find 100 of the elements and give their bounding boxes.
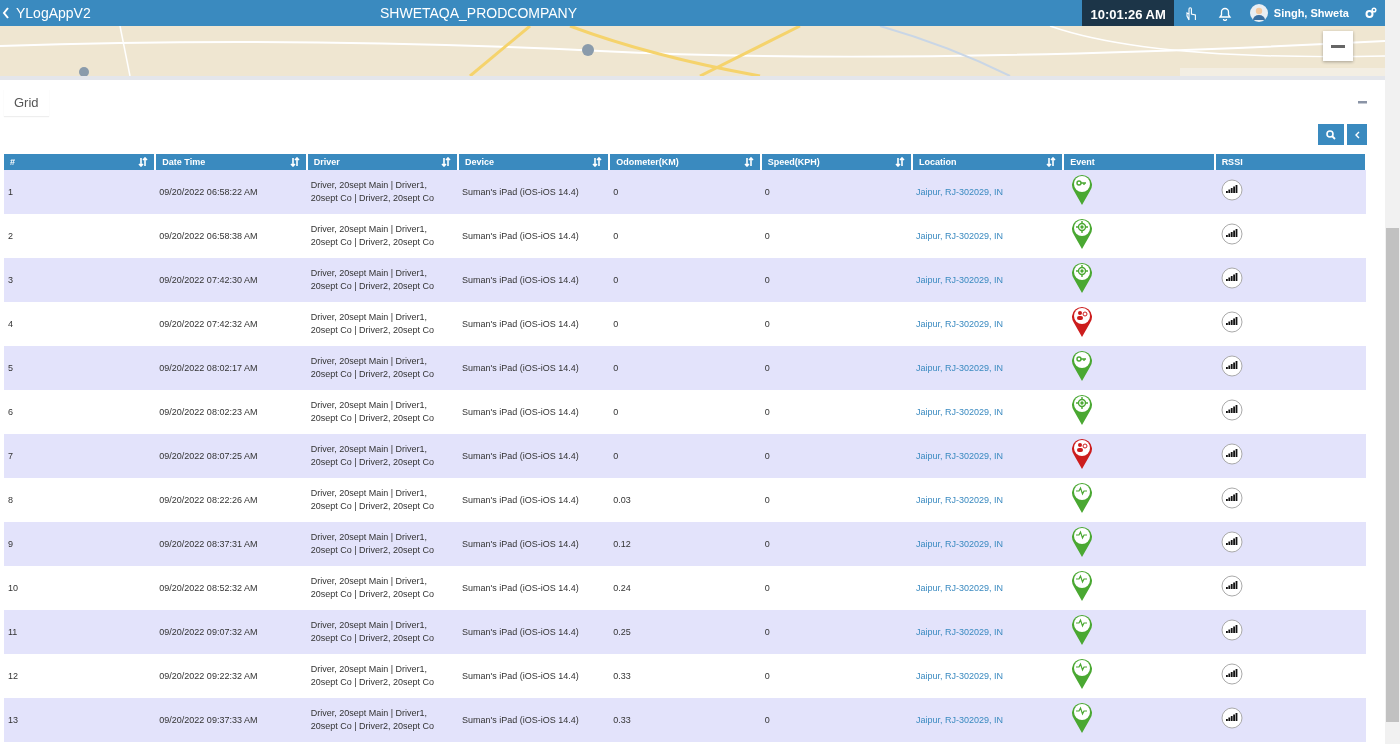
column-header[interactable]: Date Time [155,154,307,170]
signal-icon [1220,443,1243,465]
table-row[interactable]: 9 09/20/2022 08:37:31 AM Driver, 20sept Main | Driver1, 20sept Co | Driver2, 20sept Co Suman's iPad (iOS-iOS 14.4) 0.12 0 Jaipur, RJ-302029, IN [4,522,1366,566]
search-button[interactable] [1318,124,1344,145]
speed-cell: 0 [764,185,770,199]
sort-icon[interactable] [1046,157,1057,167]
odometer-cell: 0.12 [613,537,631,551]
driver-cell-text: Driver, 20sept Main | Driver1, 20sept Co | Driver2, 20sept Co [310,487,436,513]
sort-icon[interactable] [138,157,149,167]
speed-cell: 0 [764,713,770,727]
driver-cell-text: Driver, 20sept Main | Driver1, 20sept Co | Driver2, 20sept Co [310,531,436,557]
table-row[interactable]: 8 09/20/2022 08:22:26 AM Driver, 20sept Main | Driver1, 20sept Co | Driver2, 20sept Co Suman's iPad (iOS-iOS 14.4) 0.03 0 Jaipur, RJ-302029, IN [4,478,1366,522]
odometer-cell: 0 [613,273,619,287]
location-link[interactable]: Jaipur, RJ-302029, IN [915,318,1003,329]
location-link[interactable]: Jaipur, RJ-302029, IN [915,494,1003,505]
search-icon[interactable] [1326,129,1336,140]
device-cell: Suman's iPad (iOS-iOS 14.4) [462,493,579,507]
date-time-cell: 09/20/2022 08:02:17 AM [159,361,258,375]
sort-icon[interactable] [289,157,300,167]
table-row[interactable]: 7 09/20/2022 08:07:25 AM Driver, 20sept Main | Driver1, 20sept Co | Driver2, 20sept Co Suman's iPad (iOS-iOS 14.4) 0 0 Jaipur, RJ-302029, IN [4,434,1366,478]
date-time-cell: 09/20/2022 09:37:33 AM [159,713,258,727]
speed-cell: 0 [764,625,770,639]
minus-icon[interactable] [1331,44,1345,48]
avatar-icon [1249,4,1268,22]
speed-cell: 0 [764,273,770,287]
row-number: 6 [8,405,13,419]
driver-cell-text: Driver, 20sept Main | Driver1, 20sept Co | Driver2, 20sept Co [310,179,436,205]
device-cell: Suman's iPad (iOS-iOS 14.4) [462,581,579,595]
row-number: 13 [8,713,18,727]
device-cell: Suman's iPad (iOS-iOS 14.4) [462,185,579,199]
speed-cell: 0 [764,229,770,243]
gears-icon[interactable] [1365,7,1377,19]
date-time-cell: 09/20/2022 08:37:31 AM [159,537,258,551]
column-header[interactable]: Driver [306,154,458,170]
table-row[interactable]: 12 09/20/2022 09:22:32 AM Driver, 20sept Main | Driver1, 20sept Co | Driver2, 20sept Co Suman's iPad (iOS-iOS 14.4) 0.33 0 Jaipur, RJ-302029, IN [4,654,1366,698]
date-time-cell: 09/20/2022 09:07:32 AM [159,625,258,639]
location-link[interactable]: Jaipur, RJ-302029, IN [915,670,1003,681]
row-number: 1 [8,185,13,199]
grid-tab[interactable]: Grid [4,88,49,116]
location-link[interactable]: Jaipur, RJ-302029, IN [915,626,1003,637]
location-link[interactable]: Jaipur, RJ-302029, IN [915,362,1003,373]
location-link[interactable]: Jaipur, RJ-302029, IN [915,450,1003,461]
signal-icon [1220,487,1243,509]
collapse-button[interactable] [1347,124,1367,145]
odometer-cell: 0.33 [613,669,631,683]
table-row[interactable]: 11 09/20/2022 09:07:32 AM Driver, 20sept Main | Driver1, 20sept Co | Driver2, 20sept Co Suman's iPad (iOS-iOS 14.4) 0.25 0 Jaipur, RJ-302029, IN [4,610,1366,654]
chevron-left-icon[interactable] [1354,130,1360,139]
table-row[interactable]: 6 09/20/2022 08:02:23 AM Driver, 20sept Main | Driver1, 20sept Co | Driver2, 20sept Co Suman's iPad (iOS-iOS 14.4) 0 0 Jaipur, RJ-302029, IN [4,390,1366,434]
column-header[interactable]: Odometer(KM) [609,154,761,170]
row-number: 2 [8,229,13,243]
odometer-cell: 0 [613,185,619,199]
zoom-out-button[interactable] [1323,31,1353,61]
driver-cell-text: Driver, 20sept Main | Driver1, 20sept Co | Driver2, 20sept Co [310,619,436,645]
column-header[interactable]: Event [1063,154,1215,170]
driver-cell-text: Driver, 20sept Main | Driver1, 20sept Co | Driver2, 20sept Co [310,223,436,249]
location-link[interactable]: Jaipur, RJ-302029, IN [915,538,1003,549]
collapse-icon[interactable] [1358,100,1367,104]
sort-icon[interactable] [592,157,603,167]
signal-icon [1220,355,1243,377]
odometer-cell: 0 [613,449,619,463]
driver-cell-text: Driver, 20sept Main | Driver1, 20sept Co | Driver2, 20sept Co [310,267,436,293]
signal-icon [1220,663,1243,685]
sort-icon[interactable] [894,157,905,167]
location-link[interactable]: Jaipur, RJ-302029, IN [915,186,1003,197]
date-time-cell: 09/20/2022 08:52:32 AM [159,581,258,595]
row-number: 9 [8,537,13,551]
column-header[interactable]: Device [458,154,610,170]
driver-cell-text: Driver, 20sept Main | Driver1, 20sept Co | Driver2, 20sept Co [310,399,436,425]
column-header[interactable]: RSSI [1214,154,1366,170]
row-number: 7 [8,449,13,463]
sort-icon[interactable] [441,157,451,167]
column-header[interactable]: Location [911,154,1064,170]
table-row[interactable]: 10 09/20/2022 08:52:32 AM Driver, 20sept Main | Driver1, 20sept Co | Driver2, 20sept Co Suman's iPad (iOS-iOS 14.4) 0.24 0 Jaipur, RJ-302029, IN [4,566,1366,610]
device-cell: Suman's iPad (iOS-iOS 14.4) [462,625,579,639]
speed-cell: 0 [764,449,770,463]
bell-icon[interactable] [1217,5,1232,21]
device-cell: Suman's iPad (iOS-iOS 14.4) [462,449,579,463]
table-row[interactable]: 13 09/20/2022 09:37:33 AM Driver, 20sept Main | Driver1, 20sept Co | Driver2, 20sept Co Suman's iPad (iOS-iOS 14.4) 0.33 0 Jaipur, RJ-302029, IN [4,698,1366,742]
signal-icon [1220,707,1243,729]
driver-cell-text: Driver, 20sept Main | Driver1, 20sept Co | Driver2, 20sept Co [310,443,436,469]
location-link[interactable]: Jaipur, RJ-302029, IN [915,274,1003,285]
signal-icon [1220,619,1243,641]
scrollbar-thumb[interactable] [1386,228,1399,722]
table-row[interactable]: 2 09/20/2022 06:58:38 AM Driver, 20sept Main | Driver1, 20sept Co | Driver2, 20sept Co Suman's iPad (iOS-iOS 14.4) 0 0 Jaipur, RJ-302029, IN [4,214,1366,258]
location-link[interactable]: Jaipur, RJ-302029, IN [915,230,1003,241]
column-header[interactable]: Speed(KPH) [760,154,912,170]
column-header[interactable]: # [4,154,156,170]
speed-cell: 0 [764,361,770,375]
date-time-cell: 09/20/2022 08:07:25 AM [159,449,258,463]
user-name[interactable]: Singh, Shweta [1273,7,1349,19]
location-link[interactable]: Jaipur, RJ-302029, IN [915,582,1003,593]
odometer-cell: 0.03 [613,493,631,507]
location-link[interactable]: Jaipur, RJ-302029, IN [915,714,1003,725]
row-number: 11 [8,625,18,639]
table-row[interactable]: 4 09/20/2022 07:42:32 AM Driver, 20sept Main | Driver1, 20sept Co | Driver2, 20sept Co Suman's iPad (iOS-iOS 14.4) 0 0 Jaipur, RJ-302029, IN [4,302,1366,346]
speed-cell: 0 [764,669,770,683]
sort-icon[interactable] [743,157,754,167]
location-link[interactable]: Jaipur, RJ-302029, IN [915,406,1003,417]
hand-pointer-icon[interactable] [1183,5,1198,21]
device-cell: Suman's iPad (iOS-iOS 14.4) [462,317,579,331]
